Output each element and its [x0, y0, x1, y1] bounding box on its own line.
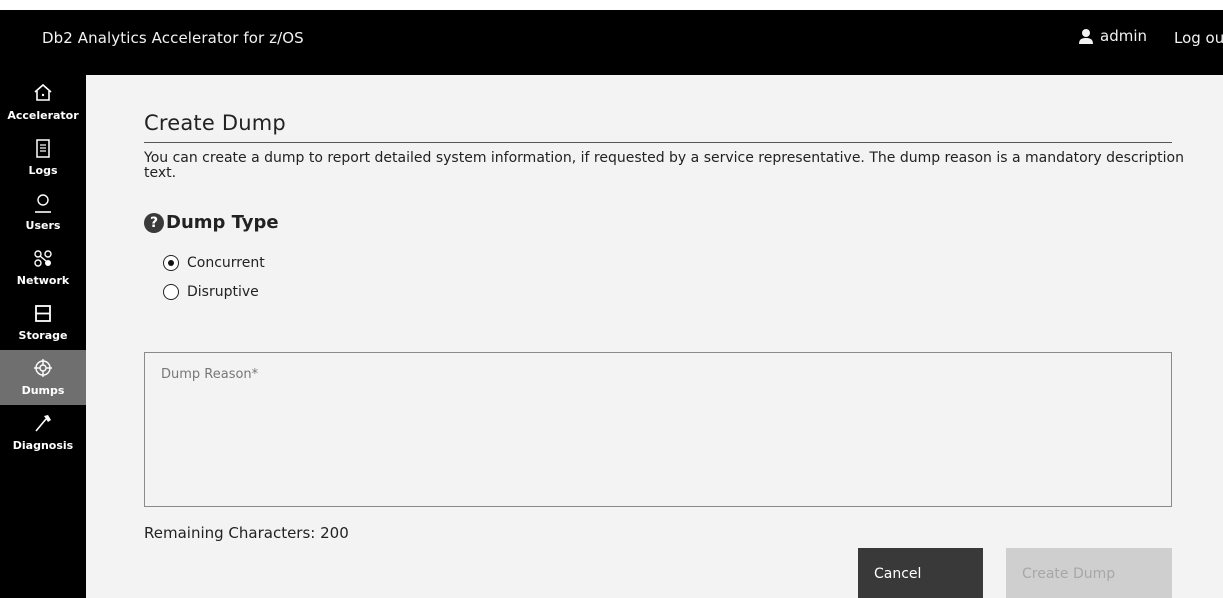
hammer-icon — [35, 415, 51, 432]
sidebar-item-logs[interactable]: Logs — [0, 130, 86, 185]
radio-label: Disruptive — [187, 284, 259, 300]
sidebar-item-label: Dumps — [21, 384, 65, 397]
main-content: Create Dump You can create a dump to rep… — [86, 75, 1223, 598]
logout-link[interactable]: Log out — [1174, 29, 1223, 47]
user-menu[interactable]: admin — [1078, 27, 1147, 45]
storage-icon — [35, 305, 51, 322]
radio-label: Concurrent — [187, 255, 265, 271]
page-title: Create Dump — [144, 111, 286, 135]
cancel-button[interactable]: Cancel — [858, 548, 983, 598]
sidebar-item-label: Network — [16, 274, 70, 287]
app-title: Db2 Analytics Accelerator for z/OS — [42, 29, 304, 47]
user-name: admin — [1100, 27, 1147, 45]
sidebar-item-label: Logs — [28, 164, 58, 177]
sidebar-item-label: Users — [25, 219, 61, 232]
sidebar-item-network[interactable]: Network — [0, 240, 86, 295]
dump-type-heading: ? Dump Type — [144, 212, 279, 233]
document-icon — [36, 139, 50, 158]
remaining-characters: Remaining Characters: 200 — [144, 524, 349, 542]
user-icon — [1079, 29, 1093, 44]
radio-disruptive[interactable]: Disruptive — [163, 284, 259, 300]
radio-concurrent[interactable]: Concurrent — [163, 255, 265, 271]
radio-button[interactable] — [163, 284, 179, 300]
sidebar-item-label: Storage — [18, 329, 68, 342]
user-icon — [35, 194, 51, 213]
target-icon — [34, 359, 52, 377]
dump-reason-container — [144, 352, 1172, 507]
help-icon[interactable]: ? — [144, 212, 164, 233]
title-divider — [144, 142, 1172, 143]
home-icon — [34, 83, 52, 101]
top-bar: Db2 Analytics Accelerator for z/OS admin… — [0, 10, 1223, 75]
section-heading-text: Dump Type — [166, 212, 279, 233]
page-description: You can create a dump to report detailed… — [144, 150, 1184, 181]
dump-reason-input[interactable] — [145, 353, 1171, 506]
sidebar-item-users[interactable]: Users — [0, 185, 86, 240]
sidebar-item-storage[interactable]: Storage — [0, 295, 86, 350]
network-icon — [34, 250, 52, 267]
sidebar: Accelerator Logs Users Network Storage D… — [0, 75, 86, 598]
sidebar-item-diagnosis[interactable]: Diagnosis — [0, 405, 86, 460]
create-dump-button[interactable]: Create Dump — [1006, 548, 1172, 598]
sidebar-item-label: Accelerator — [7, 109, 79, 122]
sidebar-item-accelerator[interactable]: Accelerator — [0, 75, 86, 130]
sidebar-item-dumps[interactable]: Dumps — [0, 350, 86, 405]
sidebar-item-label: Diagnosis — [12, 439, 74, 452]
radio-button-checked[interactable] — [163, 255, 179, 271]
